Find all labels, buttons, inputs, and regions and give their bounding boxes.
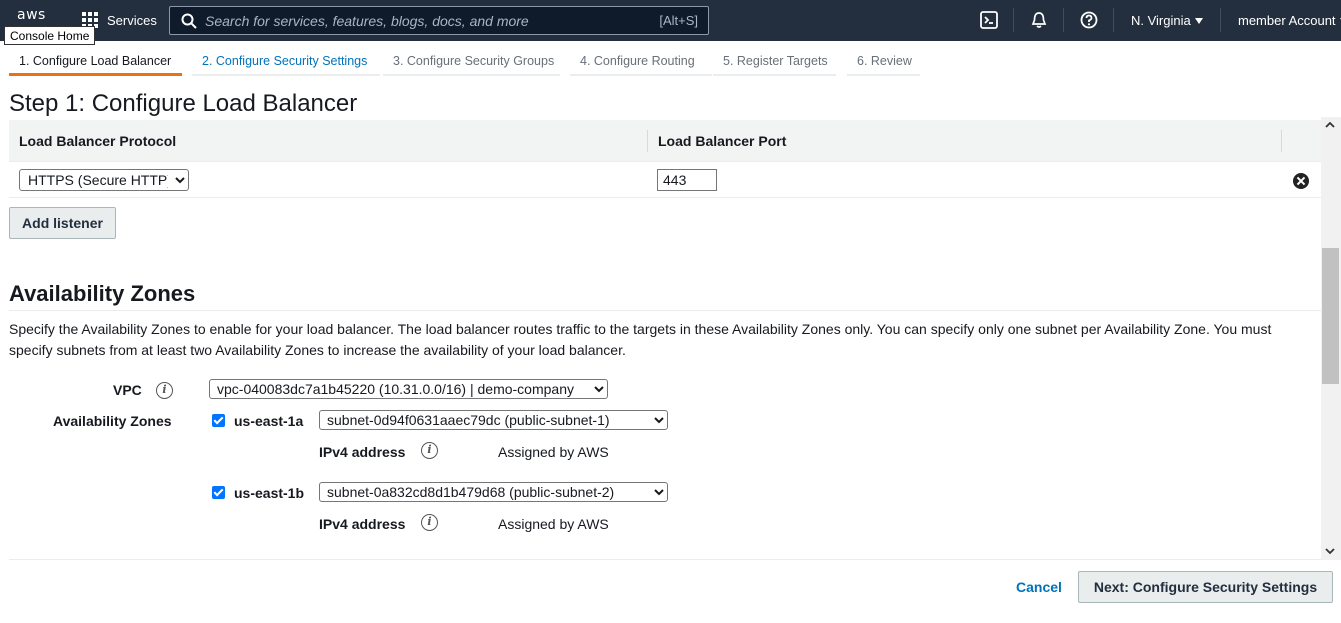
search-input[interactable] (205, 10, 645, 31)
tab-register-targets: 5. Register Targets (713, 52, 836, 76)
vpc-select[interactable]: vpc-040083dc7a1b45220 (10.31.0.0/16) | d… (209, 379, 608, 399)
column-header-protocol: Load Balancer Protocol (19, 133, 177, 149)
nav-divider (1220, 8, 1221, 32)
zone-checkbox-us-east-1a[interactable] (212, 414, 225, 427)
info-icon[interactable]: i (421, 514, 438, 531)
section-description: Specify the Availability Zones to enable… (9, 321, 1272, 358)
scrollbar-thumb[interactable] (1322, 248, 1339, 384)
availability-zones-label: Availability Zones (53, 413, 172, 429)
vpc-label: VPC (113, 382, 142, 398)
info-icon[interactable]: i (421, 442, 438, 459)
scroll-down-icon[interactable] (1325, 546, 1335, 556)
column-divider (1281, 130, 1282, 152)
remove-listener-icon[interactable] (1293, 173, 1309, 189)
port-input[interactable] (657, 169, 717, 191)
zone-name: us-east-1a (234, 413, 304, 429)
tab-label: 6. Review (857, 54, 912, 68)
column-divider (647, 130, 648, 152)
zone-name: us-east-1b (234, 485, 305, 501)
column-header-port: Load Balancer Port (658, 133, 787, 149)
footer-divider (9, 559, 1321, 560)
account-label: member Account (1238, 13, 1336, 28)
region-label: N. Virginia (1131, 13, 1191, 28)
tab-label: 4. Configure Routing (580, 54, 695, 68)
page-title: Step 1: Configure Load Balancer (9, 90, 358, 117)
protocol-select[interactable]: HTTPS (Secure HTTP) (19, 169, 189, 191)
console-home-tooltip: Console Home (4, 26, 96, 45)
search-shortcut-hint: [Alt+S] (659, 13, 698, 28)
nav-divider (1063, 8, 1064, 32)
section-divider (9, 310, 1321, 311)
nav-divider (1113, 8, 1114, 32)
cloudshell-icon[interactable] (980, 11, 998, 29)
ipv4-label: IPv4 address (319, 444, 406, 460)
aws-logo[interactable]: aws (17, 7, 46, 23)
nav-divider (1013, 8, 1014, 32)
zone-checkbox-us-east-1b[interactable] (212, 486, 225, 499)
tab-label: 3. Configure Security Groups (393, 54, 555, 68)
region-selector[interactable]: N. Virginia (1131, 13, 1203, 28)
tab-configure-routing: 4. Configure Routing (570, 52, 712, 76)
info-icon[interactable]: i (156, 382, 173, 399)
next-configure-security-settings-button[interactable]: Next: Configure Security Settings (1078, 571, 1333, 603)
add-listener-button[interactable]: Add listener (9, 207, 116, 239)
tab-configure-security-groups: 3. Configure Security Groups (383, 52, 560, 76)
account-menu[interactable]: member Account (1238, 13, 1341, 28)
table-header: Load Balancer Protocol Load Balancer Por… (9, 120, 1321, 162)
bell-icon[interactable] (1030, 11, 1048, 29)
ipv4-value: Assigned by AWS (498, 516, 609, 532)
subnet-select[interactable]: subnet-0a832cd8d1b479d68 (public-subnet-… (319, 482, 668, 502)
global-search[interactable]: [Alt+S] (169, 6, 709, 35)
services-menu[interactable]: Services (107, 13, 157, 28)
ipv4-label: IPv4 address (319, 516, 406, 532)
search-icon (181, 13, 197, 29)
subnet-select[interactable]: subnet-0d94f0631aaec79dc (public-subnet-… (319, 410, 668, 430)
tab-review: 6. Review (847, 52, 920, 76)
table-row: HTTPS (Secure HTTP) (9, 162, 1321, 198)
tab-label: 1. Configure Load Balancer (19, 54, 172, 68)
ipv4-value: Assigned by AWS (498, 444, 609, 460)
tab-label: 5. Register Targets (723, 54, 828, 68)
chevron-down-icon (1194, 18, 1203, 24)
help-icon[interactable] (1080, 11, 1098, 29)
cancel-button[interactable]: Cancel (1016, 579, 1062, 595)
top-navigation: aws Services [Alt+S] N. Virginia member … (0, 0, 1341, 41)
scroll-up-icon[interactable] (1325, 120, 1335, 130)
tab-configure-security-settings[interactable]: 2. Configure Security Settings (192, 52, 380, 76)
tab-label: 2. Configure Security Settings (202, 54, 368, 68)
tab-configure-load-balancer[interactable]: 1. Configure Load Balancer (9, 52, 182, 76)
section-title: Availability Zones (9, 281, 196, 306)
